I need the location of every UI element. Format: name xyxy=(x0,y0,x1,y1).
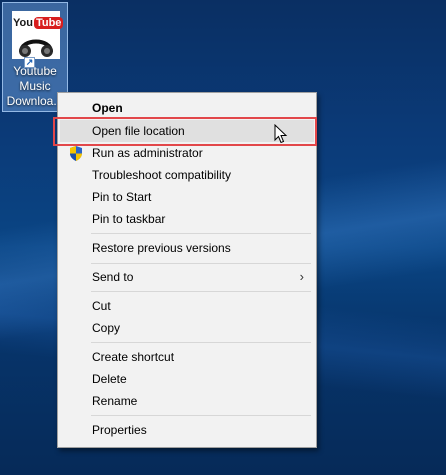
menu-separator xyxy=(91,233,311,234)
menu-item-troubleshoot-compatibility[interactable]: Troubleshoot compatibility xyxy=(60,164,314,186)
menu-item-pin-to-start[interactable]: Pin to Start xyxy=(60,186,314,208)
menu-item-restore-previous-versions[interactable]: Restore previous versions xyxy=(60,237,314,259)
menu-separator xyxy=(91,342,311,343)
menu-separator xyxy=(91,263,311,264)
chevron-right-icon: › xyxy=(299,269,304,284)
menu-item-create-shortcut[interactable]: Create shortcut xyxy=(60,346,314,368)
desktop: You Tube ↗ Youtube Music Downloa... Open … xyxy=(0,0,446,475)
menu-separator xyxy=(91,291,311,292)
menu-item-copy[interactable]: Copy xyxy=(60,317,314,339)
menu-item-pin-to-taskbar[interactable]: Pin to taskbar xyxy=(60,208,314,230)
menu-item-delete[interactable]: Delete xyxy=(60,368,314,390)
menu-item-send-to[interactable]: Send to › xyxy=(60,266,314,288)
youtube-logo: You Tube xyxy=(13,16,64,29)
youtube-music-downloader-icon: You Tube ↗ xyxy=(12,11,64,68)
menu-item-cut[interactable]: Cut xyxy=(60,295,314,317)
menu-item-properties[interactable]: Properties xyxy=(60,419,314,441)
mouse-cursor-icon xyxy=(274,124,288,144)
headphones-icon xyxy=(19,39,53,57)
shield-icon xyxy=(70,146,82,161)
menu-item-open[interactable]: Open xyxy=(60,97,314,119)
menu-separator xyxy=(91,415,311,416)
menu-item-rename[interactable]: Rename xyxy=(60,390,314,412)
